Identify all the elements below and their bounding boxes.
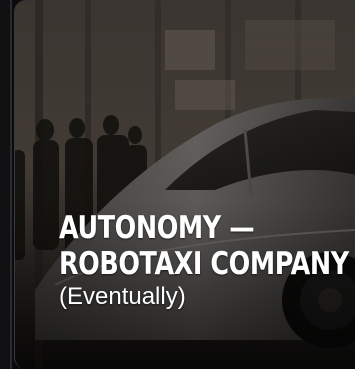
previous-card-edge[interactable]	[0, 0, 12, 369]
card-tile[interactable]: AUTONOMY — ROBOTAXI COMPANY (Eventually)	[14, 0, 355, 369]
headline-line-1: AUTONOMY —	[59, 210, 255, 246]
promo-card[interactable]: AUTONOMY — ROBOTAXI COMPANY (Eventually)	[0, 0, 355, 369]
robotaxi-background-image	[15, 0, 355, 369]
headline-line-2: ROBOTAXI COMPANY	[59, 246, 349, 282]
subline: (Eventually)	[59, 283, 186, 310]
card-caption: AUTONOMY — ROBOTAXI COMPANY (Eventually)	[59, 210, 355, 312]
